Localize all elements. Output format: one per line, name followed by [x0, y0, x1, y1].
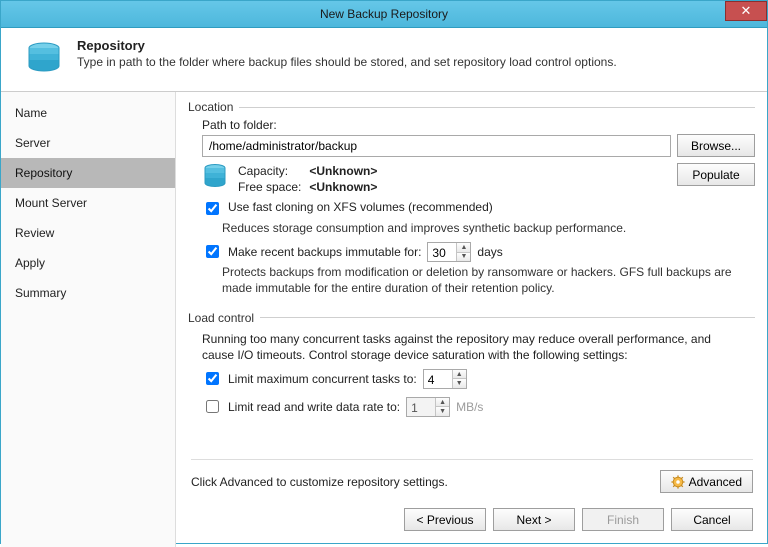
fastclone-desc: Reduces storage consumption and improves…: [222, 220, 755, 236]
nav-server[interactable]: Server: [1, 128, 175, 158]
capacity-value: <Unknown>: [309, 164, 377, 178]
loadcontrol-desc: Running too many concurrent tasks agains…: [202, 331, 741, 363]
gear-icon: [671, 475, 685, 489]
spin-down-icon[interactable]: ▼: [457, 253, 470, 262]
limit-tasks-stepper[interactable]: ▲ ▼: [423, 369, 467, 389]
nav-name[interactable]: Name: [1, 98, 175, 128]
title-bar: New Backup Repository ✕: [1, 1, 767, 28]
immutable-label-post: days: [477, 245, 502, 259]
advanced-hint: Click Advanced to customize repository s…: [191, 475, 448, 489]
finish-button: Finish: [582, 508, 664, 531]
previous-button[interactable]: < Previous: [404, 508, 486, 531]
wizard-nav-buttons: < Previous Next > Finish Cancel: [404, 508, 753, 531]
limit-rate-stepper: ▲ ▼: [406, 397, 450, 417]
spin-down-icon[interactable]: ▼: [453, 379, 466, 388]
spin-up-icon[interactable]: ▲: [453, 370, 466, 380]
nav-review[interactable]: Review: [1, 218, 175, 248]
nav-summary[interactable]: Summary: [1, 278, 175, 308]
storage-small-icon: [202, 163, 228, 194]
window-title: New Backup Repository: [320, 7, 448, 21]
spin-up-icon[interactable]: ▲: [457, 243, 470, 253]
limit-tasks-checkbox[interactable]: [206, 372, 219, 385]
wizard-window: New Backup Repository ✕ Repository Type …: [0, 0, 768, 544]
limit-tasks-input[interactable]: [424, 372, 452, 388]
repository-large-icon: [25, 40, 63, 81]
limit-tasks-label: Limit maximum concurrent tasks to:: [228, 372, 417, 386]
limit-rate-label: Limit read and write data rate to:: [228, 400, 400, 414]
immutable-label-pre: Make recent backups immutable for:: [228, 245, 421, 259]
nav-apply[interactable]: Apply: [1, 248, 175, 278]
fastclone-label: Use fast cloning on XFS volumes (recomme…: [228, 200, 493, 214]
browse-button[interactable]: Browse...: [677, 134, 755, 157]
cancel-button[interactable]: Cancel: [671, 508, 753, 531]
separator: [191, 459, 753, 460]
immutable-desc: Protects backups from modification or de…: [222, 264, 755, 296]
loadcontrol-legend: Load control: [188, 311, 260, 325]
spin-up-icon: ▲: [436, 398, 449, 408]
path-input[interactable]: [202, 135, 671, 157]
capacity-label: Capacity:: [238, 164, 301, 178]
header-title: Repository: [77, 38, 617, 53]
limit-rate-checkbox[interactable]: [206, 400, 219, 413]
freespace-value: <Unknown>: [309, 180, 377, 194]
close-icon: ✕: [741, 3, 752, 19]
nav-repository[interactable]: Repository: [1, 158, 175, 188]
path-label: Path to folder:: [202, 118, 755, 132]
loadcontrol-group: Load control Running too many concurrent…: [188, 311, 755, 421]
close-button[interactable]: ✕: [725, 1, 767, 21]
fastclone-checkbox[interactable]: [206, 202, 219, 215]
advanced-button[interactable]: Advanced: [660, 470, 753, 493]
immutable-days-input[interactable]: [428, 245, 456, 261]
next-button[interactable]: Next >: [493, 508, 575, 531]
populate-button[interactable]: Populate: [677, 163, 755, 186]
immutable-checkbox[interactable]: [206, 245, 219, 258]
limit-rate-unit: MB/s: [456, 400, 483, 414]
location-group: Location Path to folder: Browse...: [188, 100, 755, 305]
immutable-days-stepper[interactable]: ▲ ▼: [427, 242, 471, 262]
header-subtitle: Type in path to the folder where backup …: [77, 55, 617, 69]
spin-down-icon: ▼: [436, 407, 449, 416]
location-legend: Location: [188, 100, 239, 114]
advanced-button-label: Advanced: [689, 475, 742, 489]
wizard-nav: Name Server Repository Mount Server Revi…: [1, 92, 176, 547]
wizard-header: Repository Type in path to the folder wh…: [1, 28, 767, 92]
limit-rate-input: [407, 400, 435, 416]
freespace-label: Free space:: [238, 180, 301, 194]
nav-mount-server[interactable]: Mount Server: [1, 188, 175, 218]
